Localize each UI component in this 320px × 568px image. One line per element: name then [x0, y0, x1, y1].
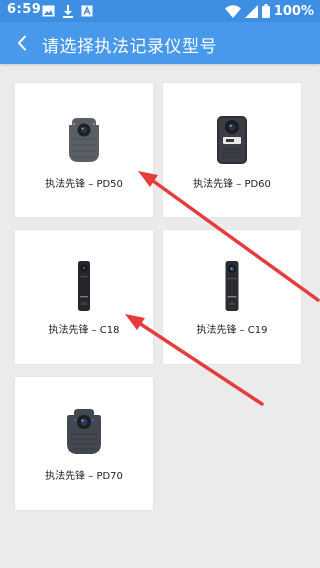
- c19-camera-icon: [225, 261, 239, 311]
- chevron-left-icon: [17, 35, 26, 51]
- letter-a-icon: [81, 5, 93, 17]
- signal-icon: [244, 4, 258, 18]
- status-time: 6:59: [7, 2, 42, 17]
- device-label: 执法先锋 – PD60: [193, 179, 271, 190]
- gallery-icon: [42, 5, 55, 17]
- device-label: 执法先锋 – C18: [48, 325, 120, 336]
- wifi-icon: [224, 4, 241, 18]
- pd60-camera-icon: [217, 116, 247, 164]
- c18-camera-icon: [78, 261, 90, 311]
- battery-percent: 100%: [273, 3, 314, 19]
- status-system-icons: 100%: [224, 2, 314, 20]
- download-icon: [63, 4, 73, 18]
- battery-icon: [261, 4, 270, 18]
- device-card-pd70[interactable]: 执法先锋 – PD70: [15, 377, 153, 510]
- device-card-pd60[interactable]: 执法先锋 – PD60: [163, 83, 301, 217]
- device-card-pd50[interactable]: 执法先锋 – PD50: [15, 83, 153, 217]
- device-label: 执法先锋 – PD50: [45, 179, 123, 190]
- pd50-camera-icon: [69, 118, 99, 162]
- app-bar: 请选择执法记录仪型号: [0, 22, 320, 64]
- page-title: 请选择执法记录仪型号: [42, 37, 217, 57]
- pd70-camera-icon: [67, 409, 101, 454]
- device-label: 执法先锋 – PD70: [45, 471, 123, 482]
- device-card-c19[interactable]: 执法先锋 – C19: [163, 230, 301, 364]
- back-button[interactable]: [8, 28, 36, 58]
- device-label: 执法先锋 – C19: [196, 325, 268, 336]
- device-card-c18[interactable]: 执法先锋 – C18: [15, 230, 153, 364]
- status-bar: 6:59 100%: [0, 0, 320, 22]
- status-notification-icons: [42, 4, 93, 18]
